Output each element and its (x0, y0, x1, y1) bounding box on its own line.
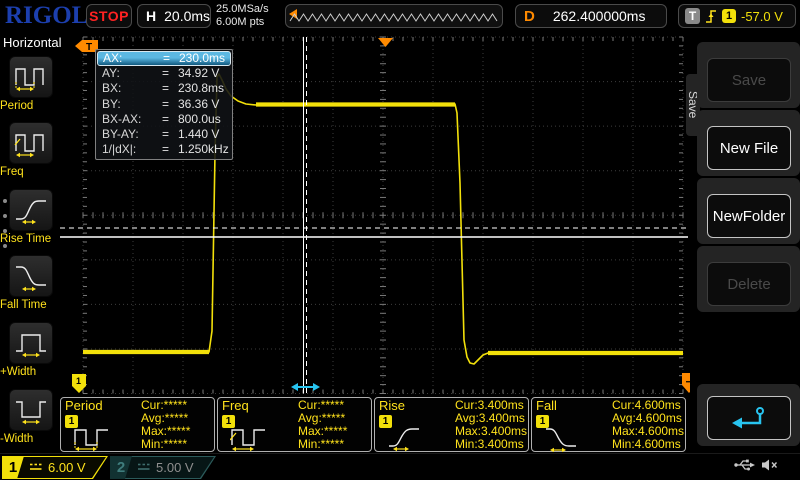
rise-meas-icon (387, 424, 435, 452)
delete-button[interactable]: Delete (707, 262, 791, 306)
cursor-row-freq: 1/|dX|: = 1.250kHz (96, 142, 232, 157)
channel-status-bar: 1 6.00 V 2 5.00 V (0, 453, 800, 480)
fall-meas-icon (544, 424, 592, 452)
timebase-value: 20.0ms (164, 8, 210, 24)
svg-text:1: 1 (76, 376, 81, 386)
plus-width-icon (14, 328, 48, 358)
acquisition-info: 25.0MSa/s 6.00M pts (216, 3, 269, 29)
rising-edge-icon (705, 8, 717, 24)
delay-label: D (524, 8, 535, 25)
oscilloscope-screen: RIGOL STOP H 20.0ms 25.0MSa/s 6.00M pts … (0, 0, 800, 480)
channel2-scale: 5.00 V (156, 456, 194, 479)
cursor-row-byay: BY-AY: = 1.440 V (96, 127, 232, 142)
cursor-row-ax[interactable]: AX: = 230.0ms (97, 51, 231, 66)
period-label: Period (0, 100, 60, 112)
fall-time-label: Fall Time (0, 299, 60, 311)
rise-time-icon (14, 195, 48, 225)
fall-time-button[interactable] (9, 255, 53, 297)
return-arrow-icon (726, 405, 772, 431)
period-meas-icon (73, 424, 121, 452)
measurement-freq: Freq 1 Cur:***** Avg:***** Max:***** Min… (217, 397, 372, 452)
cursor-result-panel: AX: = 230.0ms AY: = 34.92 V BX: = 230.8m… (95, 49, 233, 160)
cursor-row-ay: AY: = 34.92 V (96, 66, 232, 81)
fall-time-icon (14, 261, 48, 291)
period-button[interactable] (9, 56, 53, 98)
usb-icon (733, 458, 755, 472)
plus-width-button[interactable] (9, 322, 53, 364)
menu-slot-3: NewFolder (697, 178, 800, 244)
cursor-row-bxax: BX-AX: = 800.0us (96, 112, 232, 127)
freq-button[interactable] (9, 122, 53, 164)
speaker-muted-icon (761, 458, 778, 472)
rise-time-button[interactable] (9, 189, 53, 231)
menu-slot-1: Save (697, 42, 800, 108)
delay-indicator: D 262.400000ms (515, 4, 667, 28)
memory-depth: 6.00M pts (216, 16, 269, 29)
dc-coupling-icon (29, 462, 43, 472)
trigger-label: T (685, 8, 700, 24)
back-button[interactable] (707, 396, 791, 440)
measurement-rise: Rise 1 Cur:3.400ms Avg:3.400ms Max:3.400… (374, 397, 529, 452)
freq-icon (14, 128, 48, 158)
menu-title: Horizontal (0, 32, 60, 50)
preview-waveform (288, 7, 500, 27)
delay-value: 262.400000ms (553, 8, 646, 24)
horizontal-label: H (146, 8, 156, 24)
freq-meas-icon (230, 424, 278, 452)
channel2-tab[interactable]: 2 5.00 V (110, 456, 216, 479)
menu-slot-4: Delete (697, 246, 800, 312)
measurement-fall: Fall 1 Cur:4.600ms Avg:4.600ms Max:4.600… (531, 397, 686, 452)
new-folder-button[interactable]: NewFolder (707, 194, 791, 238)
minus-width-icon (14, 395, 48, 425)
new-file-button[interactable]: New File (707, 126, 791, 170)
dc-coupling-icon (137, 462, 151, 472)
save-button[interactable]: Save (707, 58, 791, 102)
trigger-source-badge: 1 (722, 9, 736, 23)
minus-width-label: -Width (0, 433, 60, 445)
freq-label: Freq (0, 166, 60, 178)
channel1-scale: 6.00 V (48, 456, 86, 479)
trigger-level-value: -57.0 V (741, 9, 783, 24)
measurement-period: Period 1 Cur:***** Avg:***** Max:***** M… (60, 397, 215, 452)
run-state-label: STOP (89, 8, 129, 24)
period-icon (14, 62, 48, 92)
menu-slot-5 (697, 384, 800, 446)
plus-width-label: +Width (0, 366, 60, 378)
cursor-row-by: BY: = 36.36 V (96, 97, 232, 112)
rise-time-label: Rise Time (0, 233, 60, 245)
menu-scroll-dots (3, 188, 7, 259)
run-state-indicator: STOP (86, 4, 132, 28)
channel1-tab[interactable]: 1 6.00 V (2, 456, 108, 479)
horizontal-measure-menu: Horizontal Period Freq (0, 32, 60, 455)
menu-slot-2: New File (697, 110, 800, 176)
trigger-indicator: T 1 -57.0 V (678, 4, 796, 28)
sample-rate: 25.0MSa/s (216, 3, 269, 16)
timebase-indicator: H 20.0ms (137, 4, 211, 28)
svg-text:T: T (86, 42, 92, 53)
minus-width-button[interactable] (9, 389, 53, 431)
svg-text:T: T (684, 379, 690, 385)
memory-waveform-preview (285, 4, 503, 28)
cursor-row-bx: BX: = 230.8ms (96, 81, 232, 96)
rigol-logo: RIGOL (5, 2, 88, 30)
